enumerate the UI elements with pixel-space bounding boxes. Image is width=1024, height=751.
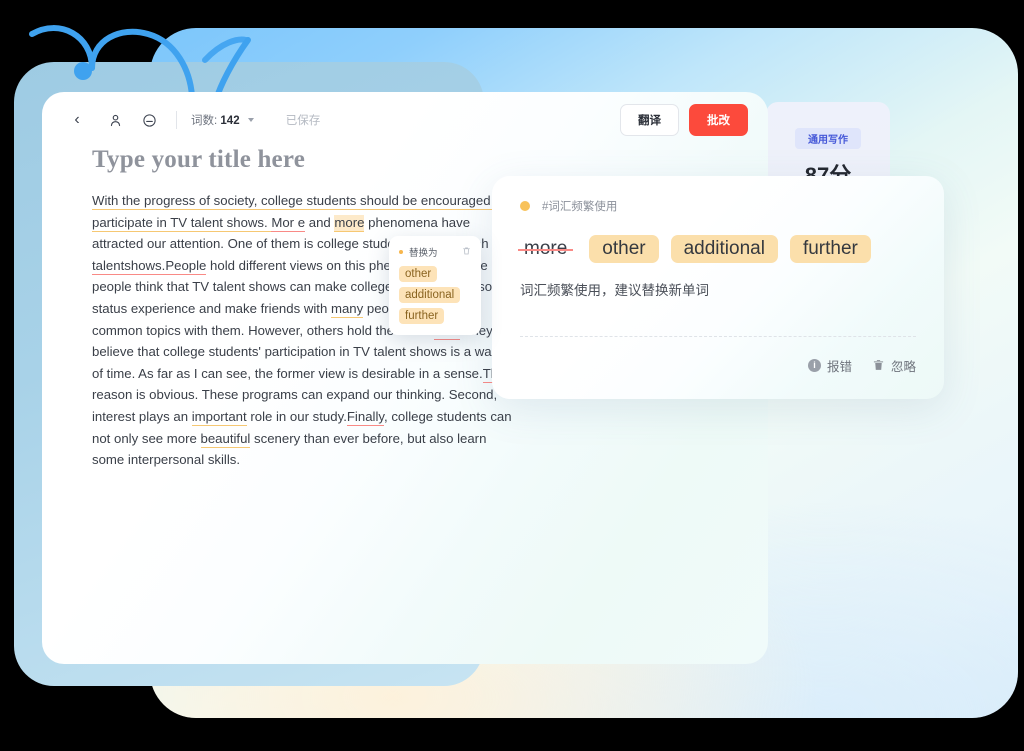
severity-dot-icon (399, 250, 403, 254)
suggestion-chip[interactable]: other (399, 266, 438, 282)
error-many[interactable]: many (330, 300, 364, 318)
word-count[interactable]: 词数: 142 (191, 112, 254, 128)
text-segment: and (305, 214, 335, 230)
error-more-spacing[interactable]: Mor e (271, 214, 306, 232)
error-more-highlight[interactable]: more (334, 214, 365, 232)
inline-replace-popup: 替换为 other additional further (389, 236, 481, 335)
detail-card-actions: i 报错 忽略 (807, 356, 916, 375)
text-segment: role in our study. (246, 408, 347, 424)
detail-card-tag: #词汇频繁使用 (542, 201, 618, 213)
error-talentshows[interactable]: talentshows. (92, 257, 166, 275)
severity-dot-icon (520, 201, 530, 211)
error-finally[interactable]: Finally (346, 408, 385, 426)
back-icon[interactable]: ‹ (64, 107, 90, 133)
suggestion-chip[interactable]: additional (670, 235, 778, 263)
error-beautiful[interactable]: beautiful (200, 430, 251, 448)
detail-card-description: 词汇频繁使用，建议替换新单词 (520, 283, 709, 298)
report-error-label: 报错 (826, 360, 852, 374)
editor-toolbar: ‹ 词数: 142 已保存 翻译 批改 (42, 92, 768, 148)
emoji-icon[interactable] (136, 107, 162, 133)
trash-icon[interactable] (462, 246, 471, 259)
suggestion-chip[interactable]: further (399, 308, 445, 324)
report-error-button[interactable]: i 报错 (807, 356, 852, 375)
inline-popup-header: 替换为 (399, 245, 471, 259)
save-status: 已保存 (285, 115, 321, 127)
page-title[interactable]: Type your title here (92, 146, 512, 174)
error-people[interactable]: People (165, 257, 207, 275)
error-important[interactable]: important (191, 408, 247, 426)
inline-popup-title: 替换为 (409, 248, 438, 259)
divider (520, 336, 916, 337)
person-icon[interactable] (102, 107, 128, 133)
suggestion-chip[interactable]: additional (399, 287, 461, 303)
suggestion-row: more other additional further (517, 235, 916, 263)
chevron-down-icon (247, 118, 254, 122)
suggestion-chip[interactable]: other (589, 235, 659, 263)
detail-card-header: #词汇频繁使用 (520, 198, 916, 214)
trash-icon (872, 358, 885, 374)
correct-button[interactable]: 批改 (689, 104, 748, 136)
ignore-label: 忽略 (890, 360, 916, 374)
original-word: more (517, 238, 574, 260)
screenshot-root: 通用写作 87分 所有纠错 13 Mor e • 空格冗余 People • 空… (0, 0, 1024, 751)
correction-detail-card: #词汇频繁使用 more other additional further 词汇… (492, 176, 944, 399)
suggestion-chip[interactable]: further (789, 235, 871, 263)
ignore-button[interactable]: 忽略 (872, 356, 916, 375)
word-count-value: 142 (220, 115, 240, 127)
translate-button[interactable]: 翻译 (620, 104, 679, 136)
toolbar-divider (176, 111, 177, 129)
info-icon: i (807, 359, 821, 372)
word-count-label: 词数: (191, 115, 218, 127)
